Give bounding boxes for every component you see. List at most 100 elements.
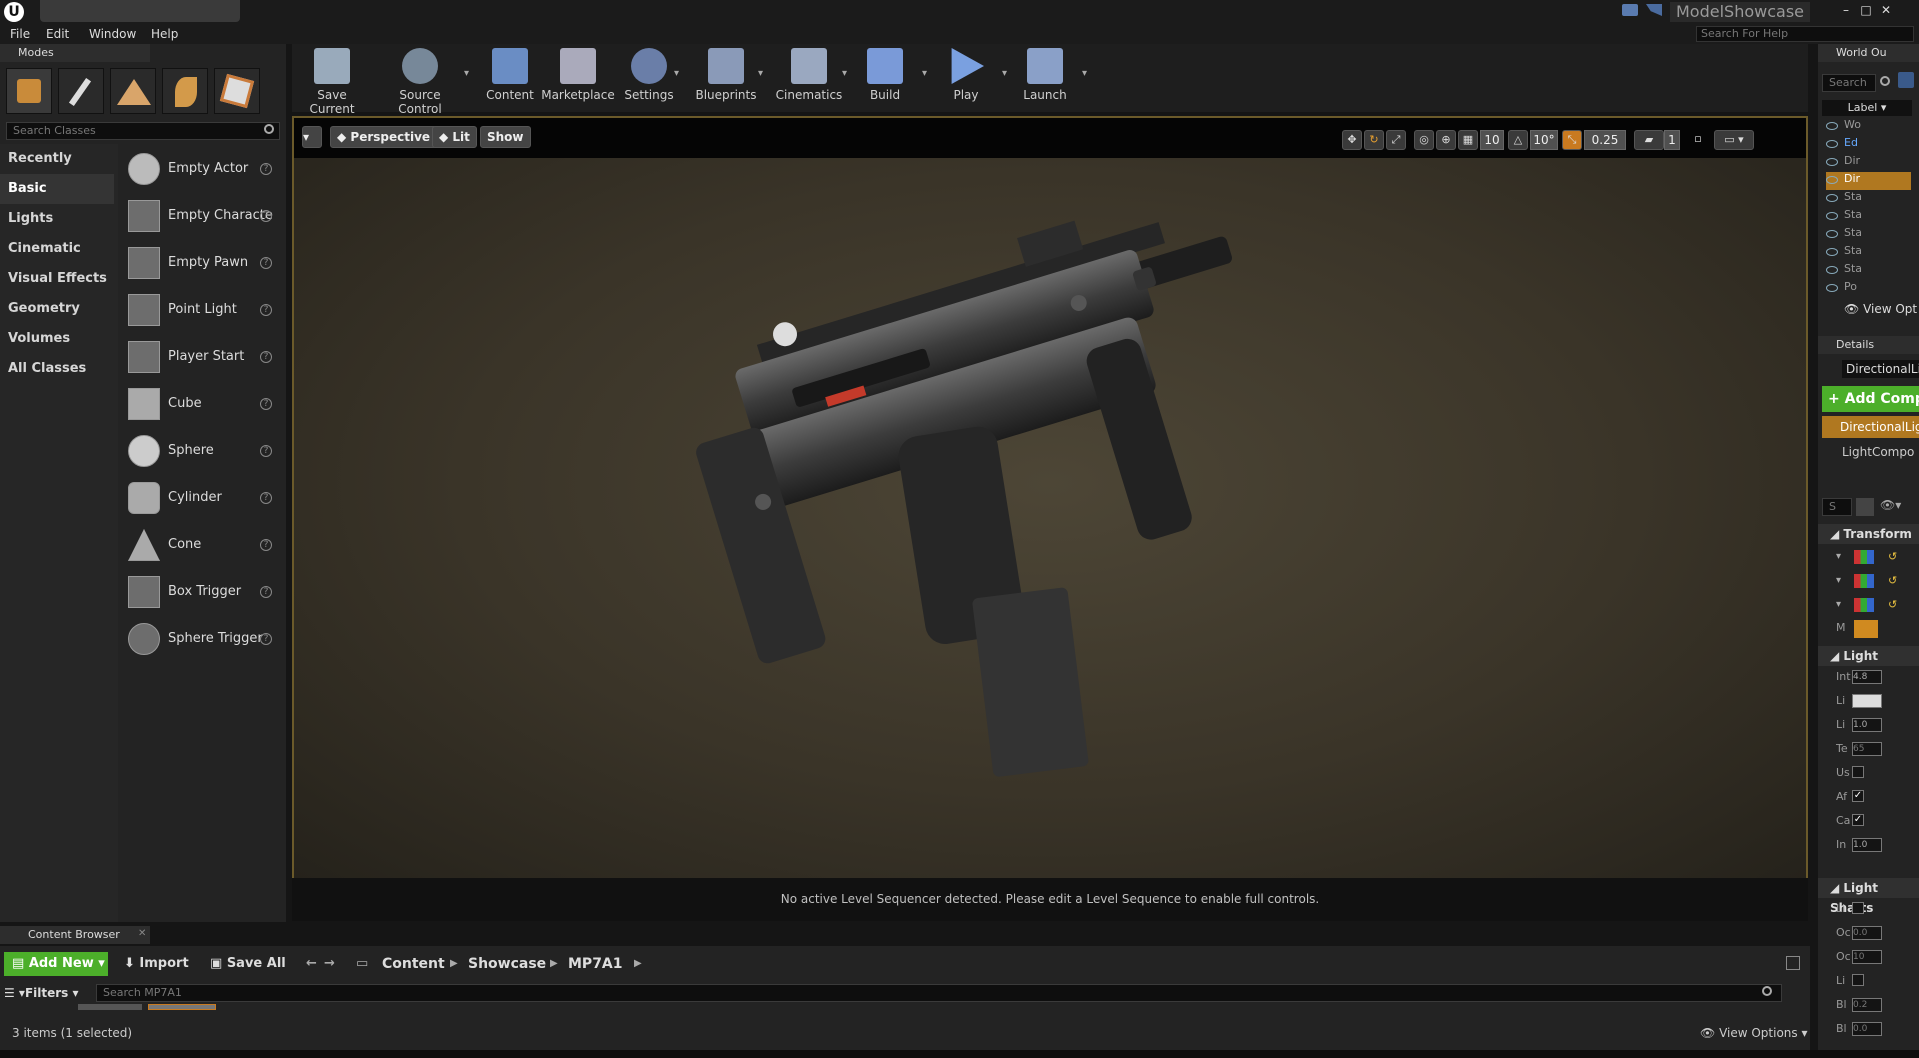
bloom-scale-field[interactable]: 0.2 [1852, 998, 1882, 1012]
temperature-field[interactable]: 65 [1852, 742, 1882, 756]
add-new-button[interactable]: ▤ Add New ▾ [4, 952, 108, 976]
scale-icon[interactable]: ⤢ [1386, 130, 1406, 150]
category-volumes[interactable]: Volumes [0, 324, 114, 354]
details-object-name[interactable]: DirectionalLig [1842, 360, 1919, 378]
mp7a1-model[interactable] [564, 178, 1324, 838]
content-browser-tab[interactable]: Content Browser [0, 926, 150, 944]
outliner-row[interactable]: Dir [1826, 154, 1911, 172]
place-item-cone[interactable]: Cone? [124, 523, 284, 567]
show-button[interactable]: Show [480, 126, 531, 148]
toolbar-cinematics[interactable]: Cinematics [774, 46, 844, 108]
cinematics-dropdown-icon[interactable]: ▾ [842, 68, 847, 79]
toolbar-launch[interactable]: Launch [1020, 46, 1070, 108]
place-item-player-start[interactable]: Player Start? [124, 335, 284, 379]
help-search-input[interactable]: Search For Help [1696, 26, 1914, 42]
affects-world-checkbox[interactable]: ✓ [1852, 790, 1864, 802]
category-all-classes[interactable]: All Classes [0, 354, 114, 384]
help-icon[interactable]: ? [260, 492, 272, 504]
scale-snap-value[interactable]: 0.25 [1584, 130, 1626, 150]
close-icon[interactable]: ✕ [1876, 2, 1896, 18]
help-icon[interactable]: ? [260, 163, 272, 175]
component-light-component[interactable]: LightCompo [1830, 442, 1919, 462]
breadcrumb-separator-icon[interactable]: ▶ [450, 952, 458, 976]
property-matrix-icon[interactable] [1856, 498, 1874, 516]
help-icon[interactable]: ? [260, 210, 272, 222]
build-dropdown-icon[interactable]: ▾ [922, 68, 927, 79]
outliner-row[interactable]: Sta [1826, 244, 1911, 262]
unreal-logo-icon[interactable]: U [4, 2, 24, 22]
place-item-cylinder[interactable]: Cylinder? [124, 476, 284, 520]
scale-row[interactable]: ▾ ↺ [1836, 596, 1906, 614]
outliner-row[interactable]: Sta [1826, 190, 1911, 208]
source-control-dropdown-icon[interactable]: ▾ [464, 68, 469, 79]
world-outliner-tab[interactable]: World Ou [1818, 44, 1919, 62]
outliner-row[interactable]: Wo [1826, 118, 1911, 136]
outliner-search-input[interactable]: Search [1822, 74, 1876, 92]
search-classes-input[interactable]: Search Classes [6, 122, 280, 140]
category-lights[interactable]: Lights [0, 204, 114, 234]
paint-mode-icon[interactable] [58, 68, 104, 114]
category-cinematic[interactable]: Cinematic [0, 234, 114, 264]
level-tab[interactable] [40, 0, 240, 22]
light-color-swatch[interactable] [1852, 694, 1882, 708]
toolbar-settings[interactable]: Settings [622, 46, 676, 108]
breadcrumb-showcase[interactable]: Showcase [468, 952, 546, 976]
category-recently-placed[interactable]: Recently Placed [0, 144, 114, 196]
help-icon[interactable]: ? [260, 257, 272, 269]
place-item-cube[interactable]: Cube? [124, 382, 284, 426]
foliage-mode-icon[interactable] [162, 68, 208, 114]
asset-thumbnail[interactable] [78, 1004, 142, 1010]
rotation-snap-icon[interactable]: △ [1508, 130, 1528, 150]
place-item-sphere-trigger[interactable]: Sphere Trigger? [124, 617, 284, 661]
breadcrumb-content[interactable]: Content [382, 952, 445, 976]
use-temperature-checkbox[interactable] [1852, 766, 1864, 778]
visibility-eye-icon[interactable] [1826, 284, 1838, 292]
outliner-row[interactable]: Sta [1826, 208, 1911, 226]
grid-snap-value[interactable]: 10 [1480, 130, 1504, 150]
add-folder-icon[interactable] [1898, 72, 1914, 88]
place-item-empty-actor[interactable]: Empty Actor? [124, 147, 284, 191]
occlusion-depth-range-field[interactable]: 10 [1852, 950, 1882, 964]
category-basic[interactable]: Basic [0, 174, 114, 204]
place-item-box-trigger[interactable]: Box Trigger? [124, 570, 284, 614]
import-button[interactable]: ⬇ Import [124, 952, 189, 976]
outliner-label-header[interactable]: Label ▾ [1822, 100, 1912, 116]
toolbar-marketplace[interactable]: Marketplace [540, 46, 616, 108]
forward-arrow-icon[interactable]: → [324, 952, 335, 976]
play-dropdown-icon[interactable]: ▾ [1002, 68, 1007, 79]
indirect-intensity-field[interactable]: 1.0 [1852, 838, 1882, 852]
toolbar-blueprints[interactable]: Blueprints [694, 46, 758, 108]
help-icon[interactable]: ? [260, 445, 272, 457]
landscape-mode-icon[interactable] [110, 68, 156, 114]
help-icon[interactable]: ? [260, 398, 272, 410]
toolbar-build[interactable]: Build [862, 46, 908, 108]
menu-help[interactable]: Help [151, 27, 178, 41]
launch-dropdown-icon[interactable]: ▾ [1082, 68, 1087, 79]
breadcrumb-separator-icon[interactable]: ▶ [550, 952, 558, 976]
menu-file[interactable]: File [10, 27, 30, 41]
camera-speed-value[interactable]: 1 [1664, 130, 1680, 150]
scale-snap-icon[interactable]: ⤡ [1562, 130, 1582, 150]
component-directional-light[interactable]: DirectionalLig [1822, 416, 1919, 438]
help-icon[interactable]: ? [260, 304, 272, 316]
chat-icon[interactable] [1622, 4, 1638, 16]
visibility-eye-icon[interactable] [1826, 140, 1838, 148]
rotation-row[interactable]: ▾ ↺ [1836, 572, 1906, 590]
visibility-eye-icon[interactable] [1826, 230, 1838, 238]
visibility-eye-icon[interactable] [1826, 212, 1838, 220]
cast-shadows-checkbox[interactable]: ✓ [1852, 814, 1864, 826]
outliner-row[interactable]: Sta [1826, 226, 1911, 244]
toolbar-source-control[interactable]: Source Control [378, 46, 462, 116]
intensity-field[interactable]: 4.8 [1852, 670, 1882, 684]
outliner-view-options[interactable]: 👁 View Opt [1844, 302, 1917, 316]
light-source-angle-field[interactable]: 1.0 [1852, 718, 1882, 732]
view-options-button[interactable]: 👁 View Options ▾ [1700, 1026, 1808, 1040]
light-shaft-bloom-checkbox[interactable] [1852, 974, 1864, 986]
lock-icon[interactable] [1786, 956, 1800, 970]
lit-button[interactable]: ◆ Lit [432, 126, 477, 148]
camera-speed-icon[interactable]: ▰ [1634, 130, 1664, 150]
surface-snap-icon[interactable]: ⊕ [1436, 130, 1456, 150]
viewport-layout-icon[interactable]: ▭ ▾ [1714, 130, 1754, 150]
world-coordinate-icon[interactable]: ◎ [1414, 130, 1434, 150]
help-icon[interactable]: ? [260, 633, 272, 645]
